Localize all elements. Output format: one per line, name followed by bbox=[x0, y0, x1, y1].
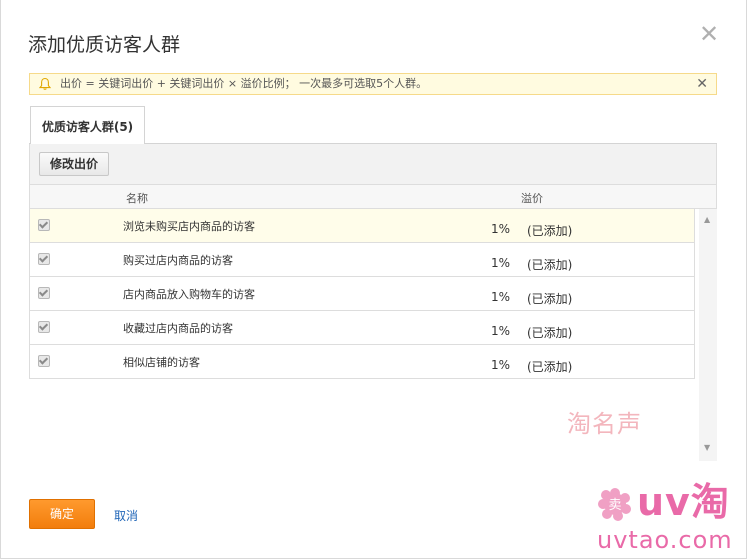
table-row[interactable]: 相似店铺的访客 1% (已添加) bbox=[29, 345, 695, 379]
premium-value: 1% bbox=[491, 290, 511, 304]
premium-value: 1% bbox=[491, 324, 511, 338]
watermark-url: uvtao.com bbox=[597, 526, 733, 554]
table-scrollbar[interactable]: ▲ ▼ bbox=[699, 209, 717, 461]
tab-quality-visitors[interactable]: 优质访客人群(5) bbox=[30, 106, 145, 144]
audience-name: 店内商品放入购物车的访客 bbox=[123, 288, 255, 301]
notice-text: 出价 = 关键词出价 + 关键词出价 × 溢价比例； 一次最多可选取5个人群。 bbox=[60, 77, 428, 90]
row-checkbox[interactable] bbox=[38, 287, 50, 299]
edit-bid-button[interactable]: 修改出价 bbox=[39, 152, 109, 176]
scroll-up-icon[interactable]: ▲ bbox=[704, 215, 710, 224]
table-row[interactable]: 浏览未购买店内商品的访客 1% (已添加) bbox=[29, 209, 695, 243]
table-row[interactable]: 店内商品放入购物车的访客 1% (已添加) bbox=[29, 277, 695, 311]
row-checkbox[interactable] bbox=[38, 253, 50, 265]
row-checkbox[interactable] bbox=[38, 355, 50, 367]
dialog-title: 添加优质访客人群 bbox=[28, 34, 181, 56]
row-checkbox[interactable] bbox=[38, 321, 50, 333]
scroll-down-icon[interactable]: ▼ bbox=[704, 443, 710, 452]
watermark-badge-icon: 卖 bbox=[598, 488, 631, 521]
svg-text:卖: 卖 bbox=[608, 498, 621, 513]
cancel-link[interactable]: 取消 bbox=[114, 507, 138, 524]
audience-name: 收藏过店内商品的访客 bbox=[123, 322, 233, 335]
watermark-brand: uv淘 bbox=[637, 480, 730, 524]
row-checkbox[interactable] bbox=[38, 219, 50, 231]
table-row[interactable]: 购买过店内商品的访客 1% (已添加) bbox=[29, 243, 695, 277]
added-status: (已添加) bbox=[527, 326, 573, 340]
watermark-text: 淘名声 bbox=[567, 410, 642, 438]
confirm-button[interactable]: 确定 bbox=[29, 499, 95, 529]
notice-close-icon[interactable]: ✕ bbox=[696, 74, 708, 94]
bell-icon bbox=[38, 77, 52, 90]
notice-bar: 出价 = 关键词出价 + 关键词出价 × 溢价比例； 一次最多可选取5个人群。 … bbox=[29, 73, 717, 95]
added-status: (已添加) bbox=[527, 224, 573, 238]
column-header-premium: 溢价 bbox=[521, 192, 543, 205]
added-status: (已添加) bbox=[527, 292, 573, 306]
close-icon[interactable]: ✕ bbox=[699, 22, 719, 46]
added-status: (已添加) bbox=[527, 258, 573, 272]
table-header: 名称 溢价 bbox=[29, 184, 717, 209]
premium-value: 1% bbox=[491, 222, 511, 236]
column-header-name: 名称 bbox=[126, 192, 148, 205]
add-audience-dialog: 添加优质访客人群 ✕ 出价 = 关键词出价 + 关键词出价 × 溢价比例； 一次… bbox=[0, 0, 747, 559]
table-row[interactable]: 收藏过店内商品的访客 1% (已添加) bbox=[29, 311, 695, 345]
premium-value: 1% bbox=[491, 358, 511, 372]
audience-name: 购买过店内商品的访客 bbox=[123, 254, 233, 267]
premium-value: 1% bbox=[491, 256, 511, 270]
audience-name: 浏览未购买店内商品的访客 bbox=[123, 220, 255, 233]
toolbar: 修改出价 bbox=[29, 144, 717, 184]
audience-name: 相似店铺的访客 bbox=[123, 356, 200, 369]
added-status: (已添加) bbox=[527, 360, 573, 374]
